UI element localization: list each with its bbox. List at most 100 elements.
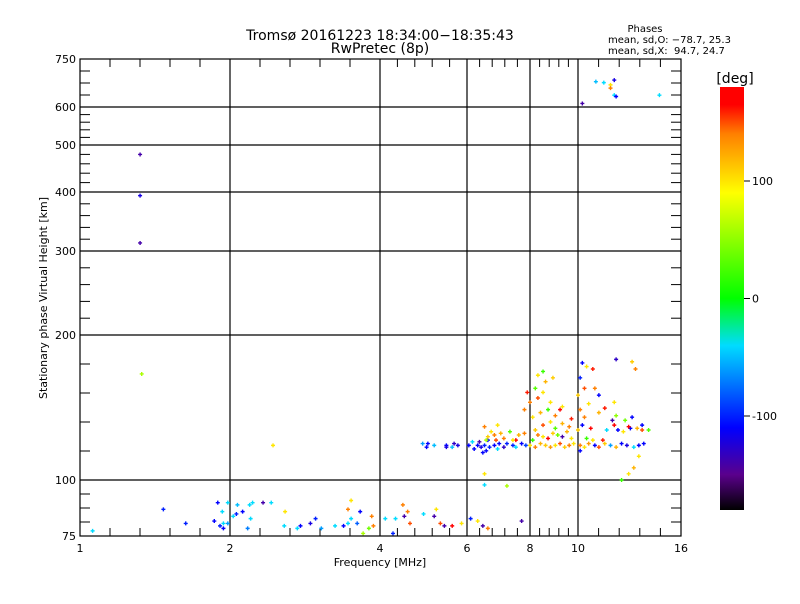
data-point	[578, 375, 583, 380]
data-point	[528, 400, 532, 405]
data-point	[248, 516, 253, 521]
data-point	[596, 393, 601, 398]
data-point	[580, 360, 585, 365]
data-point	[240, 509, 245, 514]
colorbar-tick-label: -100	[752, 410, 777, 423]
data-point	[489, 429, 494, 434]
data-point	[543, 379, 548, 384]
data-point	[345, 507, 350, 512]
data-point	[631, 445, 636, 450]
data-point	[516, 433, 521, 438]
data-point	[576, 393, 580, 398]
data-point	[640, 428, 645, 432]
data-point	[212, 519, 217, 524]
legend-line-o: mean, sd,O: −78.7, 25.3	[608, 35, 731, 46]
data-point	[215, 500, 220, 505]
data-point	[482, 471, 487, 476]
data-point	[640, 423, 645, 428]
data-point	[235, 502, 240, 507]
data-point	[522, 407, 527, 412]
data-point	[261, 500, 266, 505]
data-point	[455, 443, 460, 448]
data-point	[582, 386, 587, 391]
data-point	[522, 431, 527, 436]
data-point	[560, 421, 565, 426]
data-point	[501, 445, 506, 450]
data-point	[602, 441, 607, 446]
data-point	[442, 523, 447, 528]
data-point	[472, 446, 477, 451]
data-point	[485, 434, 490, 439]
data-point	[580, 423, 585, 428]
data-point	[604, 428, 609, 432]
data-point	[282, 523, 287, 528]
data-point	[586, 401, 591, 406]
data-point	[308, 521, 313, 526]
data-point	[535, 395, 540, 400]
data-point	[630, 415, 635, 420]
x-tick-label: 4	[377, 542, 384, 555]
data-point	[548, 445, 553, 450]
data-point	[424, 445, 429, 450]
data-point	[349, 516, 354, 521]
data-point	[614, 357, 619, 362]
data-point	[139, 371, 144, 376]
data-point	[450, 445, 455, 450]
data-point	[564, 429, 569, 434]
data-point	[161, 507, 166, 512]
data-point	[590, 438, 595, 443]
data-point	[584, 364, 589, 369]
x-tick-label: 6	[464, 542, 471, 555]
ionogram-chart: Tromsø 20161223 18:34:00−18:35:43 RwPret…	[37, 24, 777, 569]
data-point	[523, 443, 528, 448]
data-point	[560, 404, 565, 409]
data-point	[90, 528, 95, 533]
data-point	[635, 426, 640, 431]
x-axis-label: Frequency [MHz]	[334, 556, 426, 569]
chart-subtitle: RwPretec (8p)	[331, 41, 429, 57]
data-point	[269, 500, 274, 505]
data-point	[562, 445, 567, 450]
data-point	[657, 93, 662, 98]
data-point	[619, 478, 624, 482]
data-points	[90, 78, 662, 536]
data-point	[601, 80, 606, 85]
data-point	[553, 426, 558, 431]
data-point	[250, 500, 255, 505]
data-point	[220, 509, 225, 514]
y-tick-label: 500	[55, 139, 76, 152]
data-point	[533, 428, 538, 432]
data-point	[636, 443, 641, 448]
data-point	[485, 526, 490, 531]
y-tick-label: 750	[55, 53, 76, 66]
data-point	[541, 369, 546, 374]
data-point	[459, 521, 464, 526]
data-point	[530, 438, 535, 443]
data-point	[525, 390, 530, 395]
data-point	[421, 511, 426, 516]
data-point	[586, 441, 591, 446]
data-point	[567, 424, 572, 429]
data-point	[477, 439, 482, 444]
data-point	[592, 386, 597, 391]
data-point	[614, 445, 619, 450]
data-point	[612, 400, 617, 405]
data-point	[366, 526, 371, 531]
data-point	[578, 448, 583, 453]
data-point	[504, 441, 509, 446]
data-point	[546, 436, 551, 441]
data-point	[646, 428, 651, 432]
data-point	[608, 86, 613, 91]
data-point	[612, 423, 617, 428]
data-point	[371, 523, 376, 528]
data-point	[501, 436, 506, 441]
data-point	[405, 509, 410, 514]
data-point	[560, 434, 565, 439]
data-point	[614, 413, 619, 418]
data-point	[538, 441, 543, 446]
data-point	[495, 446, 500, 451]
data-point	[468, 516, 473, 521]
data-point	[619, 441, 624, 446]
data-point	[590, 366, 595, 371]
colorbar-ticks: 100 0 -100	[744, 175, 777, 423]
